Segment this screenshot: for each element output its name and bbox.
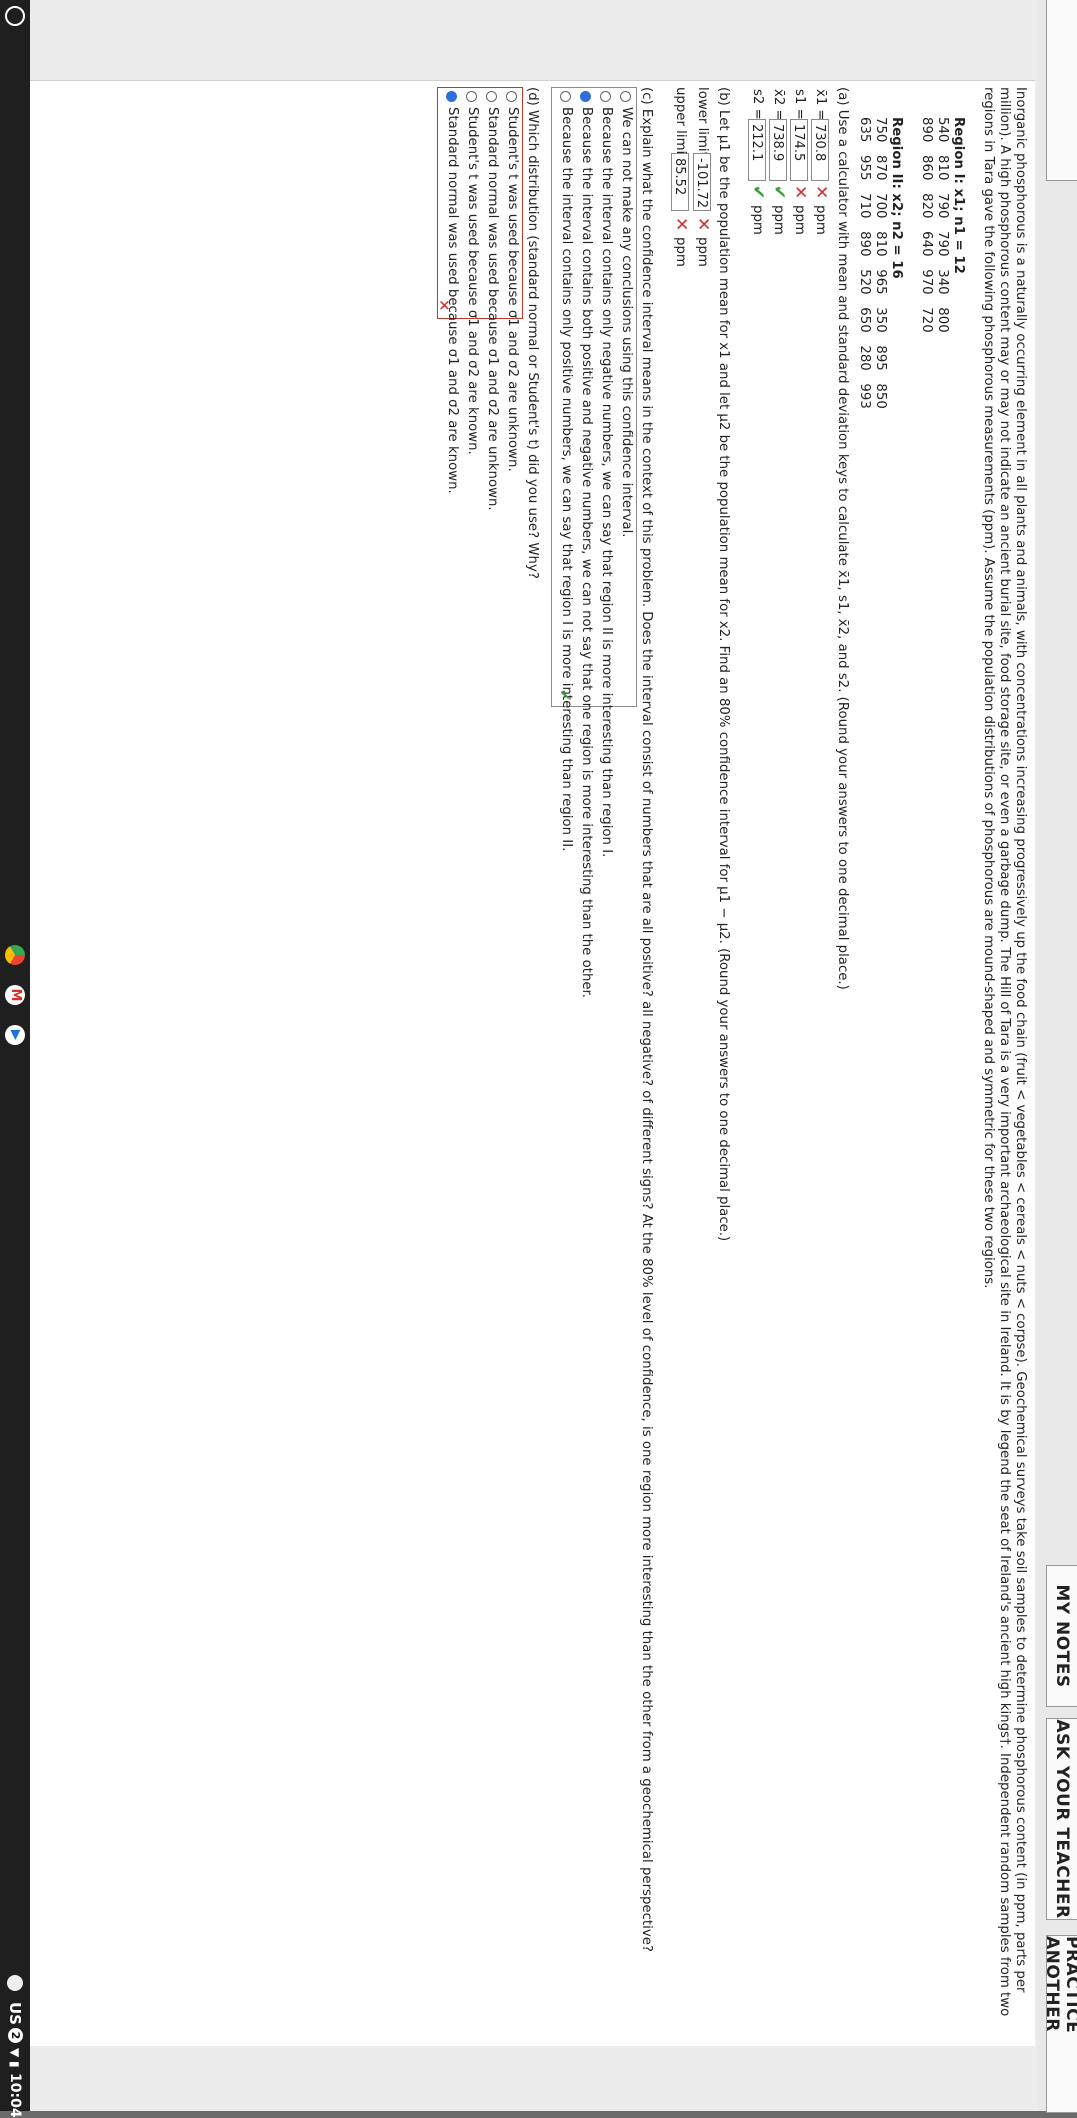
xbar1-label: x̄1 = bbox=[813, 89, 828, 121]
ask-teacher-button[interactable]: ASK YOUR TEACHER bbox=[1046, 1718, 1077, 1920]
notification-badge[interactable]: 2 bbox=[8, 2028, 23, 2043]
part-c-option-0[interactable]: We can not make any conclusions using th… bbox=[617, 107, 635, 538]
practice-another-button[interactable]: PRACTICE ANOTHER bbox=[1042, 1935, 1077, 2113]
part-d-option-0[interactable]: Student's t was used because σ1 and σ2 a… bbox=[503, 107, 521, 472]
region1-label: Region I: x1; n1 = 12 bbox=[951, 117, 966, 274]
xbar2-unit: ppm bbox=[771, 205, 786, 235]
s2-input[interactable]: 212.1 bbox=[748, 119, 766, 181]
upper-limit-input[interactable]: 85.52 bbox=[671, 153, 689, 211]
part-c-radio-3[interactable] bbox=[560, 91, 571, 102]
s1-label: s1 = bbox=[792, 89, 807, 120]
xbar1-unit: ppm bbox=[813, 205, 828, 235]
wifi-icon: ▼ bbox=[8, 2048, 22, 2058]
battery-icon: ▮ bbox=[8, 2061, 22, 2068]
part-c-prompt: (c) Explain what the confidence interval… bbox=[639, 87, 654, 1952]
screen: PRACTICE ANOTHER ASK YOUR TEACHER MY NOT… bbox=[0, 0, 1077, 2118]
part-d-option-2[interactable]: Student's t was used because σ1 and σ2 a… bbox=[463, 107, 481, 455]
intro-line-2: million). A high phosphorous content may… bbox=[997, 87, 1012, 2017]
region2-row2: 635 955 710 890 520 650 280 993 bbox=[857, 117, 872, 409]
correct-check-icon: ✔ bbox=[556, 689, 572, 701]
s2-label: s2 = bbox=[750, 89, 765, 120]
upper-limit-unit: ppm bbox=[673, 237, 688, 267]
part-d-radio-3-selected[interactable] bbox=[446, 91, 457, 102]
xbar1-input[interactable]: 730.8 bbox=[811, 119, 829, 181]
part-b-prompt: (b) Let μ1 be the population mean for x1… bbox=[716, 87, 731, 1242]
region1-row1: 540 810 790 790 340 800 bbox=[935, 117, 950, 333]
upper-limit-label: upper limit bbox=[673, 87, 688, 160]
incorrect-icon: ✕ bbox=[811, 185, 831, 200]
intro-line-3: regions in Tara gave the following phosp… bbox=[981, 87, 996, 1289]
part-d-prompt: (d) Which distribution (standard normal … bbox=[525, 87, 540, 579]
xbar2-input[interactable]: 738.9 bbox=[769, 119, 787, 181]
incorrect-icon: ✕ bbox=[693, 217, 713, 232]
avatar[interactable] bbox=[7, 1975, 23, 1991]
part-c-radio-2-selected[interactable] bbox=[580, 91, 591, 102]
part-c-option-3[interactable]: Because the interval contains only posit… bbox=[557, 107, 575, 851]
incorrect-icon: ✕ bbox=[671, 217, 691, 232]
s1-input[interactable]: 174.5 bbox=[790, 119, 808, 181]
part-c-option-1[interactable]: Because the interval contains only negat… bbox=[597, 107, 615, 857]
question-card: Inorganic phosphorous is a naturally occ… bbox=[30, 80, 1035, 2046]
s1-unit: ppm bbox=[792, 205, 807, 235]
part-a-prompt: (a) Use a calculator with mean and stand… bbox=[835, 87, 850, 990]
part-c-radio-0[interactable] bbox=[620, 91, 631, 102]
tab-stub bbox=[1046, 0, 1077, 181]
lower-limit-unit: ppm bbox=[695, 237, 710, 267]
launcher-icon[interactable] bbox=[5, 6, 25, 26]
my-notes-button[interactable]: MY NOTES bbox=[1046, 1565, 1077, 1707]
part-c-option-2[interactable]: Because the interval contains both posit… bbox=[577, 107, 595, 998]
header-bar: PRACTICE ANOTHER ASK YOUR TEACHER MY NOT… bbox=[1037, 0, 1077, 2113]
taskbar: M ▶ US 2 ▼ ▮ 10:04 bbox=[0, 0, 30, 2118]
chrome-icon[interactable] bbox=[5, 945, 25, 965]
region1-row2: 890 860 820 640 970 720 bbox=[919, 117, 934, 333]
lower-limit-input[interactable]: -101.72 bbox=[693, 153, 711, 211]
lower-limit-label: lower limit bbox=[695, 87, 710, 157]
part-d-radio-1[interactable] bbox=[486, 91, 497, 102]
correct-check-icon: ✔ bbox=[769, 185, 789, 200]
gmail-icon[interactable]: M bbox=[5, 985, 25, 1005]
part-d-option-1[interactable]: Standard normal was used because σ1 and … bbox=[483, 107, 501, 511]
intro-line-1: Inorganic phosphorous is a naturally occ… bbox=[1013, 87, 1028, 1993]
part-c-radio-1[interactable] bbox=[600, 91, 611, 102]
incorrect-icon: ✕ bbox=[790, 185, 810, 200]
region-indicator[interactable]: US bbox=[5, 2002, 25, 2025]
xbar2-label: x̄2 = bbox=[771, 89, 786, 121]
part-d-radio-2[interactable] bbox=[466, 91, 477, 102]
play-store-icon[interactable]: ▶ bbox=[5, 1025, 25, 1045]
region2-label: Region II: x2; n2 = 16 bbox=[889, 117, 904, 279]
region2-row1: 750 870 700 810 965 350 895 850 bbox=[873, 117, 888, 409]
part-d-radio-0[interactable] bbox=[506, 91, 517, 102]
correct-check-icon: ✔ bbox=[748, 185, 768, 200]
incorrect-icon: ✕ bbox=[435, 299, 453, 312]
s2-unit: ppm bbox=[750, 205, 765, 235]
